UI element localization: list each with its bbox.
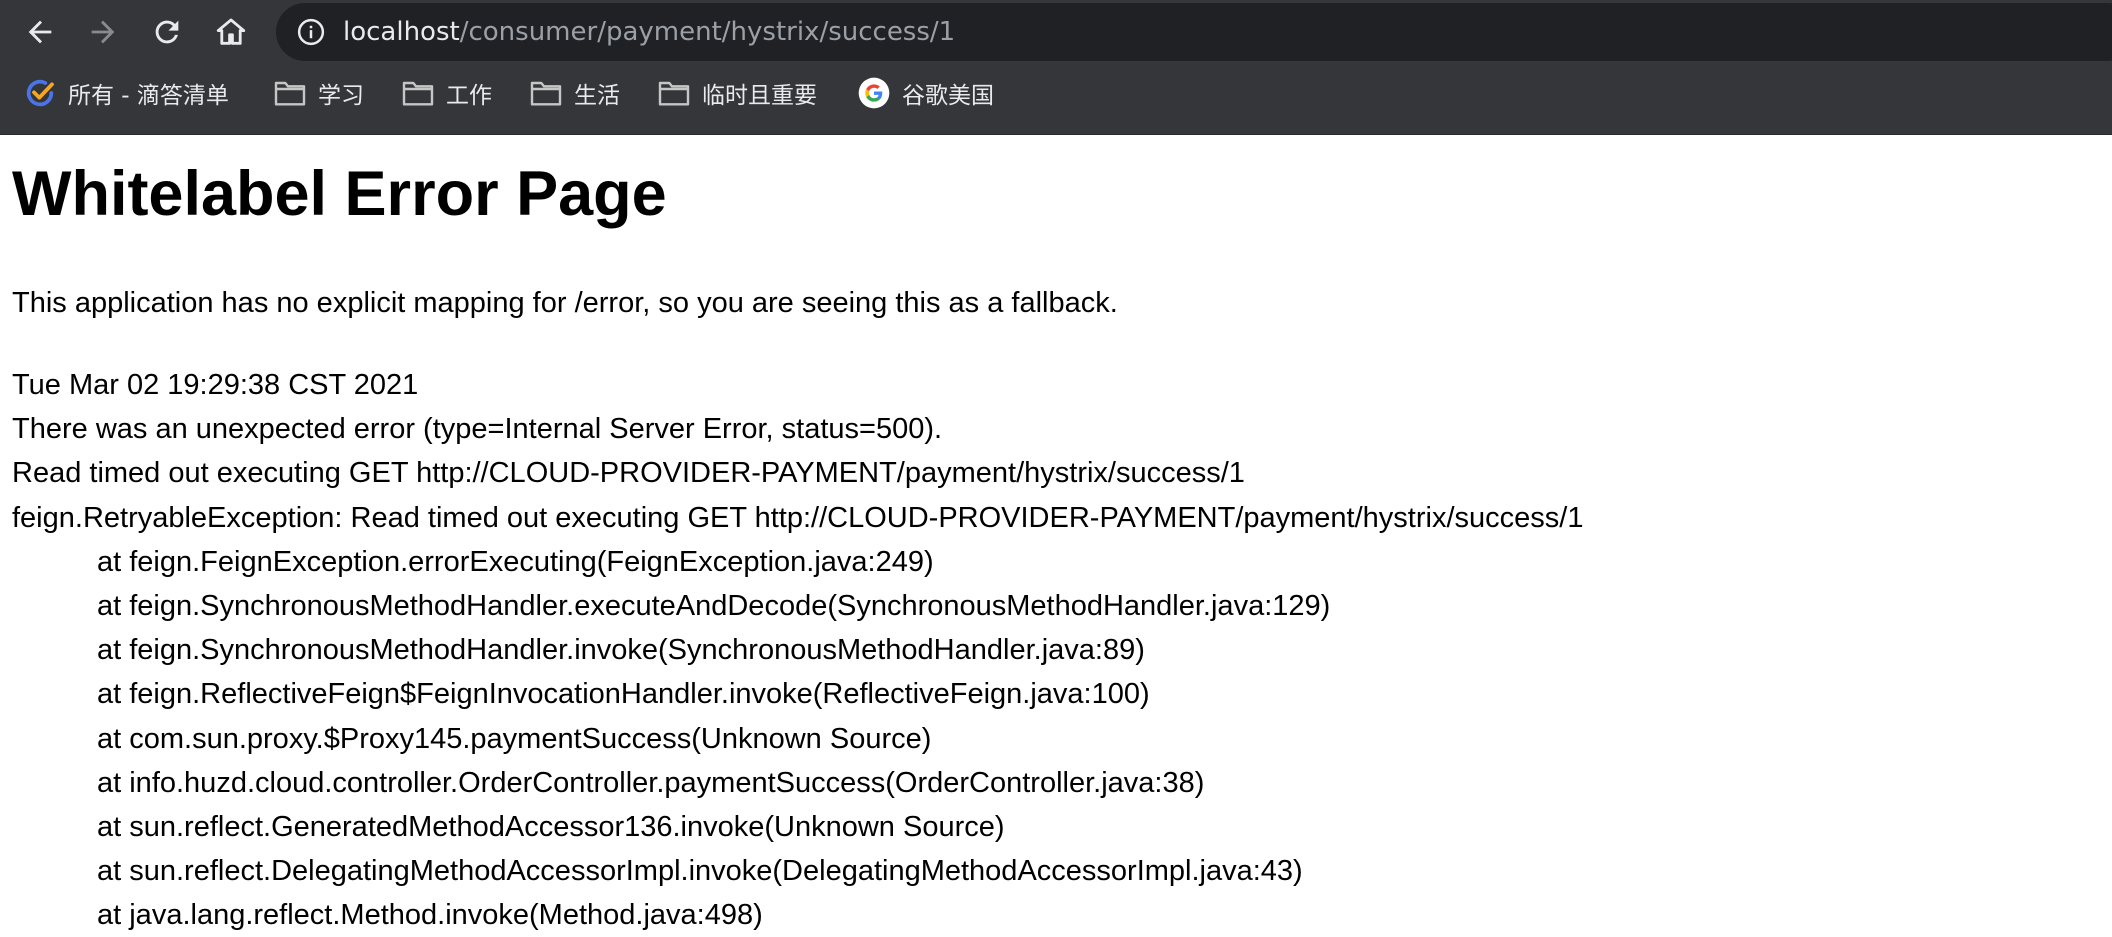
- url-host: localhost: [343, 17, 460, 47]
- bookmark-study[interactable]: 学习: [274, 64, 364, 122]
- error-timestamp: Tue Mar 02 19:29:38 CST 2021: [12, 369, 419, 401]
- url-path: /consumer/payment/hystrix/success/1: [459, 17, 956, 47]
- error-message: Read timed out executing GET http://CLOU…: [12, 457, 1245, 490]
- page-title: Whitelabel Error Page: [12, 159, 667, 229]
- folder-icon: [530, 81, 562, 106]
- page-description: This application has no explicit mapping…: [12, 287, 1118, 319]
- bookmark-label: 生活: [574, 83, 620, 109]
- error-details: Tue Mar 02 19:29:38 CST 2021 There was a…: [12, 363, 1583, 937]
- url-text[interactable]: localhost/consumer/payment/hystrix/succe…: [343, 3, 955, 61]
- info-icon[interactable]: [296, 17, 326, 47]
- stack-trace-line: at com.sun.proxy.$Proxy145.paymentSucces…: [97, 722, 932, 755]
- stack-trace-line: at sun.reflect.GeneratedMethodAccessor13…: [97, 810, 1005, 843]
- arrow-left-icon: [28, 20, 52, 44]
- bookmark-label: 工作: [446, 83, 492, 109]
- bookmark-work[interactable]: 工作: [402, 64, 492, 122]
- bookmark-label: 所有 - 滴答清单: [68, 83, 229, 109]
- bookmark-life[interactable]: 生活: [530, 64, 620, 122]
- address-bar[interactable]: localhost/consumer/payment/hystrix/succe…: [276, 3, 2112, 61]
- error-exception: feign.RetryableException: Read timed out…: [12, 501, 1584, 534]
- bookmark-urgent[interactable]: 临时且重要: [658, 64, 817, 122]
- bookmark-label: 谷歌美国: [902, 83, 994, 109]
- stack-trace-line: at sun.reflect.DelegatingMethodAccessorI…: [97, 855, 1303, 888]
- bookmark-google[interactable]: 谷歌美国: [858, 64, 994, 122]
- stack-trace-line: at feign.SynchronousMethodHandler.execut…: [97, 589, 1331, 622]
- home-button[interactable]: [206, 7, 256, 57]
- stack-trace-line: at info.huzd.cloud.controller.OrderContr…: [97, 766, 1205, 799]
- folder-icon: [402, 81, 434, 106]
- google-icon: [858, 77, 890, 109]
- stack-trace-line: at feign.ReflectiveFeign$FeignInvocation…: [97, 678, 1150, 711]
- folder-icon: [274, 81, 306, 106]
- stack-trace-line: at feign.SynchronousMethodHandler.invoke…: [97, 634, 1145, 667]
- arrow-right-icon: [91, 20, 115, 44]
- bookmark-label: 学习: [318, 83, 364, 109]
- forward-button[interactable]: [78, 7, 128, 57]
- folder-icon: [658, 81, 690, 106]
- browser-chrome: localhost/consumer/payment/hystrix/succe…: [0, 0, 2112, 135]
- browser-toolbar: localhost/consumer/payment/hystrix/succe…: [0, 0, 2112, 64]
- error-status: There was an unexpected error (type=Inte…: [12, 413, 943, 446]
- reload-icon: [155, 20, 179, 44]
- home-icon: [216, 18, 246, 45]
- dida-check-icon: [26, 79, 54, 107]
- back-button[interactable]: [15, 7, 65, 57]
- bookmark-label: 临时且重要: [702, 83, 817, 109]
- stack-trace-line: at java.lang.reflect.Method.invoke(Metho…: [97, 899, 763, 932]
- bookmarks-bar: 所有 - 滴答清单 学习 工作 生活 临时且重要 谷歌美国: [0, 64, 2112, 135]
- bookmark-dida[interactable]: 所有 - 滴答清单: [24, 64, 229, 122]
- reload-button[interactable]: [142, 7, 192, 57]
- stack-trace-line: at feign.FeignException.errorExecuting(F…: [97, 545, 934, 578]
